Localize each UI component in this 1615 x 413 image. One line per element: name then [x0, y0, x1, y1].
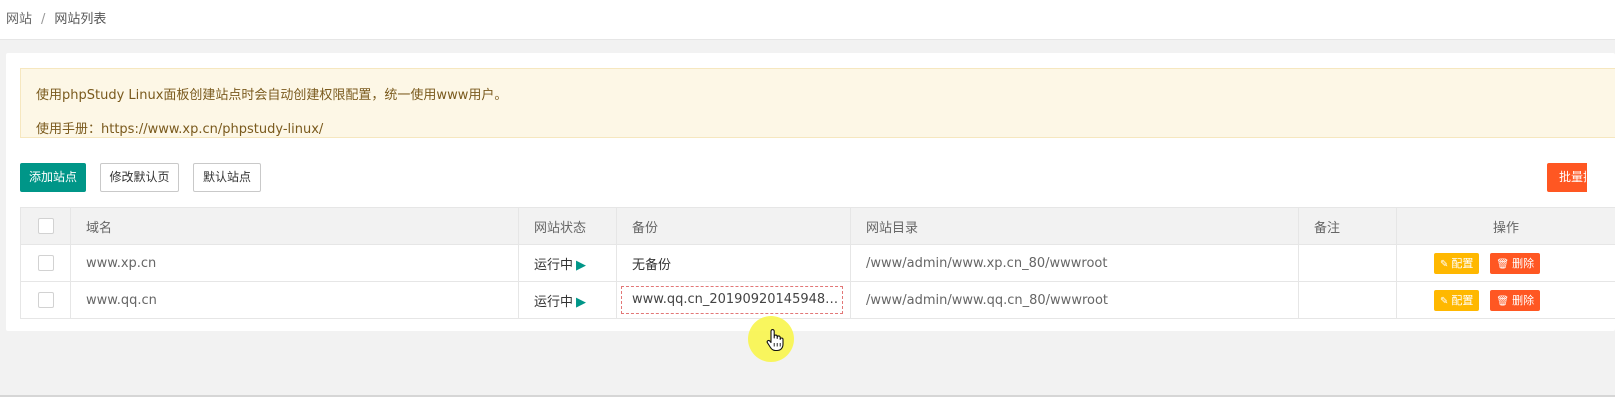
status-text: 运行中 [534, 294, 574, 310]
row-select-cell [20, 281, 71, 319]
row-checkbox[interactable] [37, 255, 54, 271]
delete-site-button[interactable]: 🗑 删除 [1490, 289, 1541, 311]
cell-backup: www.qq.cn_20190920145948.tar.gz [616, 281, 851, 319]
header-domain[interactable]: 域名 [70, 207, 519, 245]
cell-operations: ✎ 配置 🗑 删除 [1396, 281, 1615, 319]
add-site-button[interactable]: 添加站点 [20, 163, 86, 192]
notice-line-permissions: 使用phpStudy Linux面板创建站点时会自动创建权限配置，统一使用www… [36, 88, 508, 103]
edit-label: 配置 [1451, 256, 1474, 270]
breadcrumb-current: 网站列表 [54, 12, 107, 27]
workspace: 使用phpStudy Linux面板创建站点时会自动创建权限配置，统一使用www… [0, 40, 1615, 397]
cell-remark[interactable] [1298, 244, 1397, 282]
cell-root-dir[interactable]: /www/admin/www.xp.cn_80/wwwroot [850, 244, 1299, 282]
delete-site-button[interactable]: 🗑 删除 [1490, 252, 1541, 274]
edit-site-button[interactable]: ✎ 配置 [1434, 252, 1480, 274]
breadcrumb-root[interactable]: 网站 [6, 12, 32, 27]
backup-file-link[interactable]: www.qq.cn_20190920145948.tar.gz [621, 286, 843, 314]
row-select-cell [20, 244, 71, 282]
edit-default-page-button[interactable]: 修改默认页 [100, 163, 179, 192]
breadcrumb: 网站 / 网站列表 [0, 0, 1615, 40]
table-header-row: 域名 网站状态 备份 网站目录 备注 操作 [20, 207, 1615, 245]
cell-backup: 无备份 [616, 244, 851, 282]
header-status[interactable]: 网站状态 [518, 207, 617, 245]
delete-label: 删除 [1512, 293, 1535, 307]
site-list-panel: 使用phpStudy Linux面板创建站点时会自动创建权限配置，统一使用www… [6, 53, 1615, 331]
trash-icon: 🗑 [1496, 295, 1510, 307]
delete-label: 删除 [1512, 256, 1535, 270]
header-root-dir[interactable]: 网站目录 [850, 207, 1299, 245]
edit-label: 配置 [1451, 293, 1474, 307]
header-backup[interactable]: 备份 [616, 207, 851, 245]
trash-icon: 🗑 [1496, 258, 1510, 270]
play-icon: ▶ [576, 257, 587, 273]
site-table: 域名 网站状态 备份 网站目录 备注 操作 www.xp.cn 运行中 ▶ 无备份… [20, 207, 1615, 319]
backup-text: 无备份 [632, 257, 672, 273]
status-text: 运行中 [534, 257, 574, 273]
select-all-cell [20, 207, 71, 245]
cell-root-dir[interactable]: /www/admin/www.qq.cn_80/wwwroot [850, 281, 1299, 319]
breadcrumb-separator: / [41, 12, 46, 27]
default-site-button[interactable]: 默认站点 [193, 163, 261, 192]
select-all-checkbox[interactable] [37, 218, 54, 234]
hand-cursor-icon [766, 329, 784, 352]
cell-operations: ✎ 配置 🗑 删除 [1396, 244, 1615, 282]
row-checkbox[interactable] [37, 292, 54, 308]
header-remark[interactable]: 备注 [1298, 207, 1397, 245]
cell-domain: www.xp.cn [70, 244, 519, 282]
pencil-icon: ✎ [1440, 295, 1449, 307]
cell-status[interactable]: 运行中 ▶ [518, 281, 617, 319]
table-row: www.xp.cn 运行中 ▶ 无备份 /www/admin/www.xp.cn_… [20, 244, 1615, 282]
cell-status[interactable]: 运行中 ▶ [518, 244, 617, 282]
table-row: www.qq.cn 运行中 ▶ www.qq.cn_20190920145948.… [20, 281, 1615, 319]
notice-line-manual: 使用手册：https://www.xp.cn/phpstudy-linux/ [36, 122, 324, 137]
notice-box: 使用phpStudy Linux面板创建站点时会自动创建权限配置，统一使用www… [20, 68, 1615, 138]
batch-operation-button[interactable]: 批量操作 [1547, 163, 1587, 192]
play-icon: ▶ [576, 294, 587, 310]
toolbar: 添加站点 修改默认页 默认站点 批量操作 [20, 163, 1615, 193]
cell-remark[interactable] [1298, 281, 1397, 319]
pencil-icon: ✎ [1440, 258, 1449, 270]
header-operations: 操作 [1396, 207, 1615, 245]
edit-site-button[interactable]: ✎ 配置 [1434, 289, 1480, 311]
cell-domain: www.qq.cn [70, 281, 519, 319]
